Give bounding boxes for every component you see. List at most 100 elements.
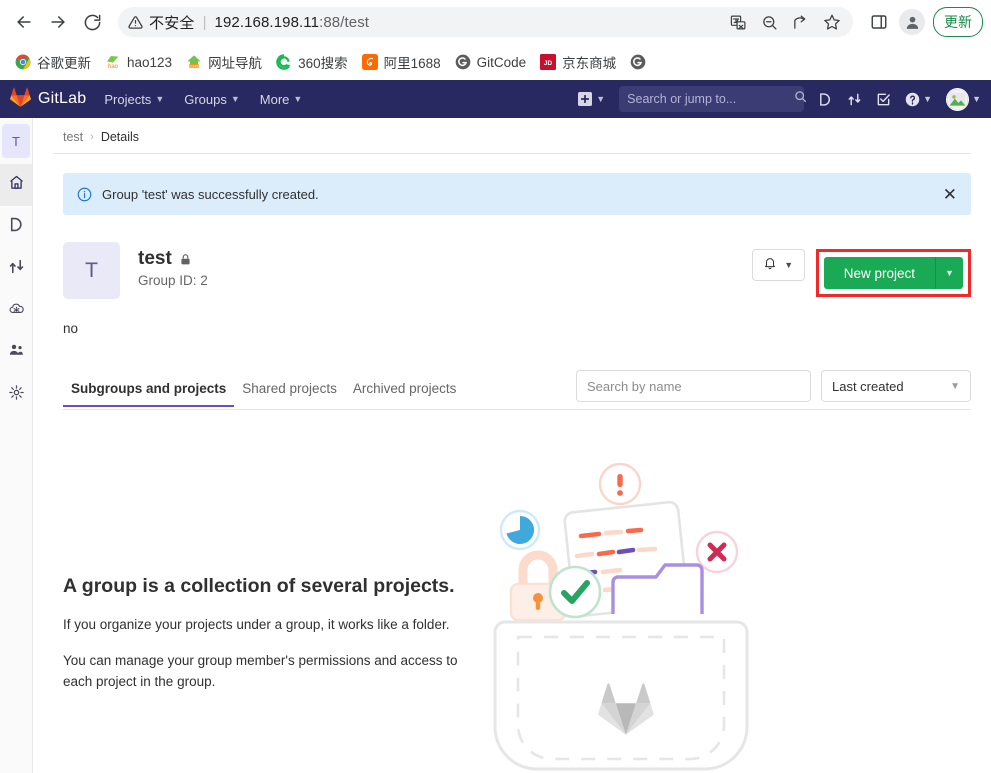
sidebar-item-merge-requests[interactable] <box>0 248 32 290</box>
merge-request-icon[interactable] <box>847 92 862 107</box>
sidebar-group-avatar[interactable]: T <box>2 124 30 158</box>
search-by-name-input[interactable] <box>576 370 811 402</box>
empty-state-title: A group is a collection of several proje… <box>63 575 455 597</box>
tabs-row: Subgroups and projects Shared projects A… <box>63 370 971 410</box>
bookmark-label: 阿里1688 <box>383 56 441 71</box>
sidebar-item-group-overview[interactable] <box>0 164 32 206</box>
not-secure-label: 不安全 <box>149 14 195 32</box>
sidebar-item-members[interactable] <box>0 332 32 374</box>
share-icon[interactable] <box>792 14 809 31</box>
close-icon[interactable]: ✕ <box>943 186 957 203</box>
sort-dropdown[interactable]: Last created ▼ <box>821 370 971 402</box>
nav-projects-label: Projects <box>104 91 152 107</box>
omnibox-separator: | <box>202 13 207 31</box>
svg-text:JD: JD <box>544 60 553 67</box>
address-bar[interactable]: 不安全 | 192.168.198.11:88/test <box>118 7 853 37</box>
nav-more[interactable]: More ▼ <box>260 92 303 107</box>
bookmark-item[interactable]: 阿里1688 <box>355 48 448 76</box>
sidebar-item-issues[interactable] <box>0 206 32 248</box>
empty-state-paragraph-2: You can manage your group member's permi… <box>63 653 458 690</box>
chevron-down-icon: ▼ <box>950 380 960 392</box>
group-tabs: Subgroups and projects Shared projects A… <box>63 373 464 407</box>
bookmark-item[interactable]: 360搜索 <box>269 48 355 76</box>
forward-icon[interactable] <box>42 6 74 38</box>
chevron-down-icon: ▼ <box>972 94 981 104</box>
bookmarks-bar: 谷歌更新 hao hao123 2345 网址导航 360搜索 阿里1688 G… <box>0 44 991 80</box>
bookmark-item[interactable]: JD 京东商城 <box>533 48 623 76</box>
group-empty-state-illustration <box>485 462 775 773</box>
issues-icon[interactable] <box>818 92 833 107</box>
chevron-down-icon: ▼ <box>784 260 794 270</box>
chevron-down-icon: ▼ <box>230 94 240 104</box>
nav-groups[interactable]: Groups ▼ <box>184 92 240 107</box>
sidebar-item-settings[interactable] <box>0 374 32 416</box>
user-menu-button[interactable]: ▼ <box>946 87 981 111</box>
not-secure-warning-icon <box>128 15 143 30</box>
gitlab-fox-icon <box>10 87 31 112</box>
people-icon <box>8 342 25 364</box>
main-content: test › Details Group 'test' was successf… <box>33 118 991 773</box>
breadcrumb: test › Details <box>53 118 971 154</box>
tab-shared-projects[interactable]: Shared projects <box>234 373 345 407</box>
sort-value: Last created <box>832 378 904 394</box>
profile-avatar-icon[interactable] <box>899 9 925 35</box>
zoom-out-icon[interactable] <box>761 14 778 31</box>
chevron-down-icon: ▼ <box>293 94 303 104</box>
chevron-down-icon: ▼ <box>945 268 954 278</box>
group-id-label: Group ID: 2 <box>138 273 208 288</box>
group-avatar: T <box>63 242 120 299</box>
url-path: :88/test <box>319 13 370 31</box>
side-panel-icon[interactable] <box>865 8 893 36</box>
sidebar-item-kubernetes[interactable] <box>0 290 32 332</box>
new-dropdown-button[interactable]: ▼ <box>578 92 605 106</box>
tab-archived-projects[interactable]: Archived projects <box>345 373 465 407</box>
jd-icon: JD <box>540 54 557 70</box>
new-project-button[interactable]: New project <box>823 257 935 289</box>
group-meta: test Group ID: 2 <box>138 242 208 288</box>
empty-state-copy: A group is a collection of several proje… <box>63 462 463 708</box>
page-body: T test › Details Group 'test' was succes… <box>0 118 991 773</box>
star-icon[interactable] <box>823 13 841 31</box>
browser-right-controls: 更新 <box>861 7 983 37</box>
user-avatar-icon <box>946 87 970 111</box>
update-button[interactable]: 更新 <box>933 7 983 37</box>
bookmark-item[interactable]: 谷歌更新 <box>8 48 98 76</box>
group-sidebar: T <box>0 118 33 773</box>
gitlab-logo-link[interactable]: GitLab <box>10 87 104 112</box>
new-project-dropdown-toggle[interactable]: ▼ <box>935 257 963 289</box>
gear-icon <box>8 384 25 406</box>
browser-chrome: 不安全 | 192.168.198.11:88/test 更新 谷歌更新 hao… <box>0 0 991 80</box>
merge-request-icon <box>8 258 25 280</box>
gitlab-navbar-right: ▼ ▼ ▼ <box>578 86 981 112</box>
chevron-down-icon: ▼ <box>155 94 165 104</box>
issues-icon <box>8 216 25 238</box>
bell-icon <box>763 256 777 275</box>
home-icon <box>8 174 25 196</box>
search-input[interactable] <box>627 92 789 106</box>
bookmark-item[interactable]: 2345 网址导航 <box>179 48 269 76</box>
breadcrumb-root[interactable]: test <box>63 130 83 144</box>
tab-subgroups-and-projects[interactable]: Subgroups and projects <box>63 373 234 407</box>
filter-controls: Last created ▼ <box>576 370 971 409</box>
help-circle-icon[interactable]: ▼ <box>905 92 932 107</box>
bookmark-item[interactable]: hao hao123 <box>98 50 179 74</box>
bookmark-label: hao123 <box>127 54 173 70</box>
bookmark-item[interactable]: GitCode <box>448 50 534 74</box>
bookmark-label: GitCode <box>476 54 527 70</box>
bookmark-label: 京东商城 <box>562 56 617 71</box>
nav-projects[interactable]: Projects ▼ <box>104 92 164 107</box>
todo-checkbox-icon[interactable] <box>876 92 891 107</box>
global-search-box[interactable] <box>619 86 807 112</box>
bookmark-label: 谷歌更新 <box>37 56 91 71</box>
nav-groups-label: Groups <box>184 91 227 107</box>
reload-icon[interactable] <box>76 6 108 38</box>
chevron-down-icon: ▼ <box>596 94 606 104</box>
lock-icon <box>179 253 192 266</box>
translate-icon[interactable] <box>730 14 747 31</box>
breadcrumb-current: Details <box>100 130 140 144</box>
bookmark-item[interactable] <box>623 50 653 74</box>
notification-dropdown-button[interactable]: ▼ <box>751 249 805 281</box>
back-icon[interactable] <box>8 6 40 38</box>
2345-nav-icon: 2345 <box>186 54 202 70</box>
cloud-gear-icon <box>8 300 25 322</box>
